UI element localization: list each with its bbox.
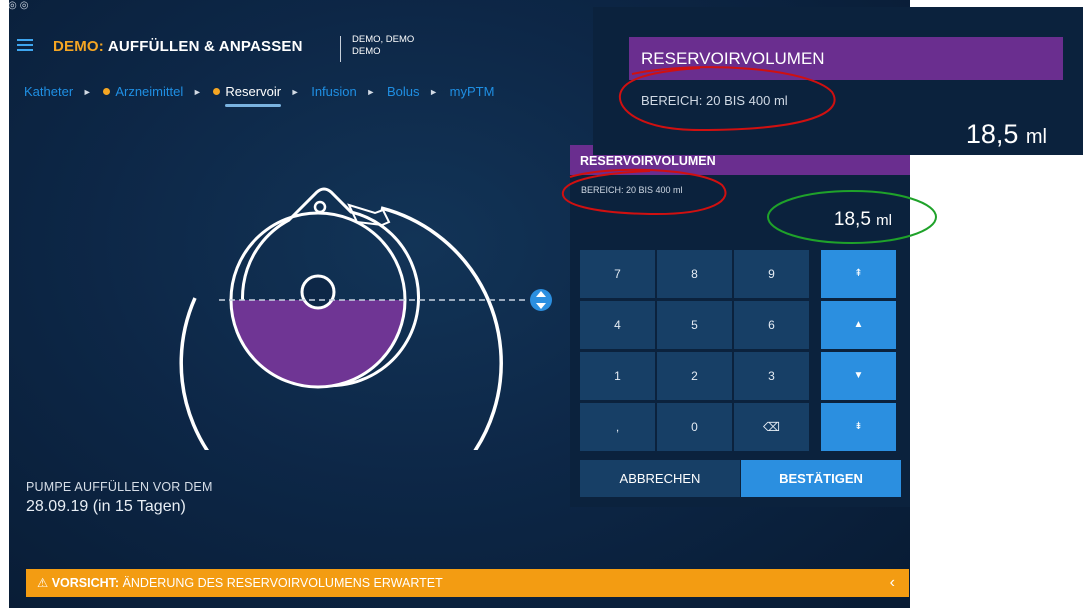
cancel-button[interactable]: ABBRECHEN [580,460,740,497]
chevron-left-icon[interactable]: ‹ [890,569,895,597]
status-icon: ◎ [19,0,29,11]
pump-center-port [300,274,336,310]
patient-name: DEMO, DEMO [352,34,415,45]
page-title: DEMO: AUFFÜLLEN & ANPASSEN [53,38,303,55]
key-0[interactable]: 0 [657,403,732,451]
breadcrumb-arrow-icon: ► [290,87,300,97]
reservoir-fill [231,300,405,387]
patient-info: DEMO, DEMO DEMO [352,34,414,58]
confirm-button[interactable]: BESTÄTIGEN [741,460,901,497]
breadcrumb-myptm[interactable]: myPTM [450,84,495,99]
arrow-down-icon[interactable]: ▼ [821,352,896,400]
page-up-icon[interactable]: ⇞ [821,250,896,298]
breadcrumb-bolus[interactable]: Bolus [387,84,420,99]
breadcrumb-infusion[interactable]: Infusion [311,84,357,99]
volume-value: 18,5 ml [834,209,892,231]
key-7[interactable]: 7 [580,250,655,298]
demo-label: DEMO: [53,38,104,55]
refill-port [313,200,327,214]
refill-date: 28.09.19 (in 15 Tagen) [26,498,186,515]
breadcrumb-katheter[interactable]: Katheter [24,84,73,99]
breadcrumb-arrow-icon: ► [192,87,202,97]
reservoir-diagram [179,187,552,450]
warning-dot-icon [103,88,111,95]
key-2[interactable]: 2 [657,352,732,400]
page-down-icon[interactable]: ⇟ [821,403,896,451]
key-4[interactable]: 4 [580,301,655,349]
warning-triangle-icon: ⚠ [37,576,49,590]
reservoir-volume-panel: RESERVOIRVOLUMEN BEREICH: 20 BIS 400 ml … [570,145,910,507]
refill-label: PUMPE AUFFÜLLEN VOR DEM [26,480,213,494]
caution-banner[interactable]: ⚠ VORSICHT: ÄNDERUNG DES RESERVOIRVOLUME… [26,569,909,597]
hamburger-menu-icon[interactable] [17,39,33,51]
volume-unit: ml [876,212,892,229]
key-8[interactable]: 8 [657,250,732,298]
range-text: BEREICH: 20 BIS 400 ml [581,185,683,195]
zoom-volume-value: 18,5 ml [966,119,1047,150]
warning-dot-icon [213,88,221,95]
zoom-volume-unit: ml [1025,126,1047,148]
breadcrumb-arrow-icon: ► [429,87,439,97]
zoom-panel-title: RESERVOIRVOLUMEN [629,37,1063,80]
key-decimal-comma[interactable]: , [580,403,655,451]
key-1[interactable]: 1 [580,352,655,400]
backspace-icon[interactable]: ⌫ [734,403,809,451]
arrow-up-icon[interactable]: ▲ [821,301,896,349]
zoom-range-text: BEREICH: 20 BIS 400 ml [641,93,788,108]
level-adjust-handle[interactable] [530,289,552,311]
key-3[interactable]: 3 [734,352,809,400]
zoom-volume-number: 18,5 [965,119,1019,149]
key-5[interactable]: 5 [657,301,732,349]
breadcrumb-arzneimittel[interactable]: Arzneimittel [115,84,183,99]
status-icon: ◎ [9,0,17,11]
patient-id: DEMO [352,46,381,57]
breadcrumb-arrow-icon: ► [366,87,376,97]
zoom-inset: RESERVOIRVOLUMEN BEREICH: 20 BIS 400 ml … [593,7,1083,155]
volume-number: 18,5 [833,209,871,230]
breadcrumb-reservoir[interactable]: Reservoir [225,84,281,99]
key-6[interactable]: 6 [734,301,809,349]
caution-message: ÄNDERUNG DES RESERVOIRVOLUMENS ERWARTET [122,576,443,590]
breadcrumb-arrow-icon: ► [82,87,92,97]
title-text: AUFFÜLLEN & ANPASSEN [107,38,303,55]
workflow-breadcrumb: Katheter ► Arzneimittel ► Reservoir ► In… [24,84,500,99]
key-9[interactable]: 9 [734,250,809,298]
header-divider [340,36,341,62]
caution-prefix: VORSICHT: [51,576,120,590]
status-bar: ◎ ◎ [9,0,60,16]
